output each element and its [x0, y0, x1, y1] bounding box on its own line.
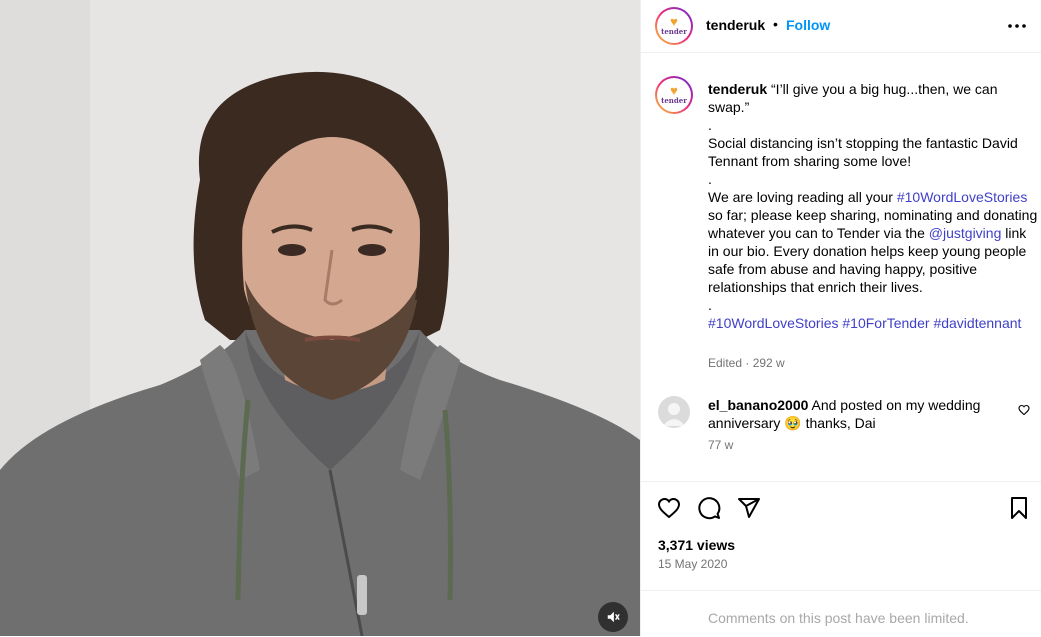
heart-icon [657, 497, 681, 519]
header-username[interactable]: tenderuk [706, 17, 765, 33]
mention-link[interactable]: @justgiving [929, 225, 1002, 241]
comment-button[interactable] [696, 495, 722, 521]
hashtag-link[interactable]: #10WordLoveStories [708, 315, 838, 331]
comment-avatar[interactable] [658, 396, 690, 428]
caption-username[interactable]: tenderuk [708, 81, 767, 97]
comments-limited-notice: Comments on this post have been limited. [708, 610, 969, 626]
views-count[interactable]: 3,371 views [658, 537, 735, 553]
comment-icon [698, 497, 721, 520]
action-bar: 3,371 views 15 May 2020 [641, 481, 1041, 590]
caption-text: We are loving reading all your [708, 189, 893, 205]
heart-icon [1018, 404, 1030, 416]
caption-avatar[interactable]: ♥ tender [655, 76, 693, 114]
comment-like-button[interactable] [1018, 403, 1032, 417]
caption-dot: . [708, 117, 712, 133]
comments-footer: Comments on this post have been limited. [641, 590, 1041, 637]
video-frame [0, 0, 640, 636]
comment-username[interactable]: el_banano2000 [708, 397, 808, 413]
mute-toggle-button[interactable] [598, 602, 628, 632]
post-panel: ♥ tender tenderuk • Follow ♥ tender tend… [640, 0, 1041, 636]
post-caption: tenderuk “I’ll give you a big hug...then… [708, 80, 1038, 332]
avatar-brand-text: tender [661, 27, 687, 36]
bookmark-icon [1011, 497, 1027, 519]
share-button[interactable] [736, 495, 762, 521]
caption-dot: . [708, 297, 712, 313]
caption-meta: Edited · 292 w [708, 356, 785, 370]
share-icon [738, 498, 760, 518]
header-separator: • [773, 16, 778, 32]
video-player[interactable] [0, 0, 640, 636]
avatar-brand-text: tender [661, 96, 687, 105]
hashtag-link[interactable]: #davidtennant [933, 315, 1021, 331]
caption-text: Social distancing isn’t stopping the fan… [708, 135, 1018, 169]
save-button[interactable] [1006, 495, 1032, 521]
comment-body: el_banano2000 And posted on my wedding a… [708, 396, 1008, 432]
more-options-button[interactable] [1005, 14, 1029, 38]
hashtag-link[interactable]: #10WordLoveStories [897, 189, 1027, 205]
caption-dot: . [708, 171, 712, 187]
default-avatar-icon [663, 403, 685, 426]
avatar[interactable]: ♥ tender [655, 7, 693, 45]
comment-time: 77 w [708, 438, 734, 452]
post-header: ♥ tender tenderuk • Follow [641, 0, 1041, 53]
post-date: 15 May 2020 [658, 557, 728, 571]
follow-button[interactable]: Follow [786, 17, 830, 33]
like-button[interactable] [656, 495, 682, 521]
hashtag-link[interactable]: #10ForTender [842, 315, 929, 331]
more-options-icon [1008, 24, 1026, 28]
speaker-muted-icon [607, 611, 620, 623]
